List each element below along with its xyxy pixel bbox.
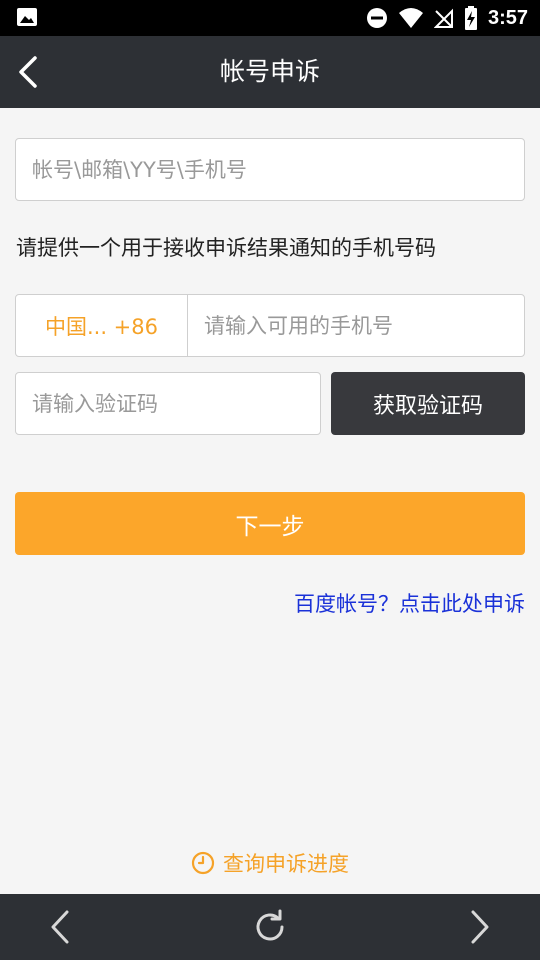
account-input[interactable] xyxy=(16,139,524,200)
refresh-icon xyxy=(256,909,284,941)
baidu-appeal-link[interactable]: 百度帐号？点击此处申诉 xyxy=(294,588,525,618)
nav-back-button[interactable] xyxy=(20,894,100,960)
wifi-icon xyxy=(398,8,423,28)
code-field-box xyxy=(15,372,321,435)
battery-charging-icon xyxy=(464,6,477,30)
image-icon xyxy=(17,8,37,26)
appeal-form: 请提供一个用于接收申诉结果通知的手机号码 中国... +86 获取验证码 下一步… xyxy=(0,108,540,894)
title-bar: 帐号申诉 xyxy=(0,36,540,108)
bottom-nav-bar xyxy=(0,894,540,960)
next-button[interactable]: 下一步 xyxy=(15,492,525,555)
do-not-disturb-icon xyxy=(366,8,387,28)
status-icons: 3:57 xyxy=(366,5,528,31)
no-signal-icon xyxy=(433,8,453,28)
phone-field-box xyxy=(188,295,524,356)
status-time: 3:57 xyxy=(487,6,528,29)
page-title: 帐号申诉 xyxy=(219,57,320,86)
phone-row: 中国... +86 xyxy=(15,294,525,357)
account-field-box xyxy=(15,138,525,201)
query-progress-link[interactable]: 查询申诉进度 xyxy=(0,848,540,878)
clock-icon xyxy=(191,851,215,875)
phone-hint-text: 请提供一个用于接收申诉结果通知的手机号码 xyxy=(16,236,436,260)
get-code-button[interactable]: 获取验证码 xyxy=(331,372,525,435)
nav-back-icon xyxy=(51,910,69,944)
verification-code-input[interactable] xyxy=(16,373,320,434)
refresh-button[interactable] xyxy=(230,894,310,960)
nav-forward-icon xyxy=(471,910,489,944)
country-code-selector[interactable]: 中国... +86 xyxy=(16,295,188,356)
status-bar: 3:57 xyxy=(0,0,540,36)
phone-input[interactable] xyxy=(188,295,524,356)
query-progress-label: 查询申诉进度 xyxy=(223,852,349,876)
nav-forward-button[interactable] xyxy=(440,894,520,960)
